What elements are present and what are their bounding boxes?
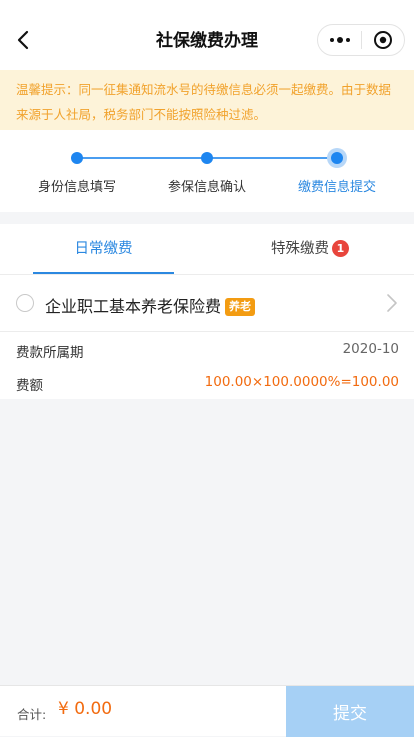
notification-badge: 1: [332, 240, 349, 257]
step-connector-2: [207, 157, 337, 159]
tip-notice: 温馨提示：同一征集通知流水号的待缴信息必须一起缴费。由于数据来源于人社局，税务部…: [0, 70, 414, 130]
tab-special-label: 特殊缴费: [271, 241, 329, 257]
tab-active-indicator: [33, 272, 174, 274]
amount-label: 费额: [16, 378, 43, 394]
submit-button[interactable]: 提交: [286, 686, 414, 737]
bottom-bar: 合计: ¥ 0.00 提交: [0, 685, 414, 737]
amount-value: 100.00×100.0000%=100.00: [204, 374, 399, 390]
tab-special-payment[interactable]: 特殊缴费 1: [240, 224, 380, 274]
select-radio[interactable]: [16, 294, 34, 312]
period-value: 2020-10: [342, 341, 399, 357]
step-label-payment: 缴费信息提交: [297, 180, 377, 195]
step-label-insurance: 参保信息确认: [167, 180, 247, 195]
step-dot-1: [71, 152, 83, 164]
total-amount: ¥ 0.00: [58, 699, 113, 719]
step-dot-2: [201, 152, 213, 164]
nav-bar: 社保缴费办理: [0, 0, 414, 80]
insurance-item-card: 企业职工基本养老保险费 养老 费款所属期 2020-10 费额 100.00×10…: [0, 275, 414, 399]
tab-daily-payment[interactable]: 日常缴费: [33, 224, 174, 274]
target-icon[interactable]: [362, 25, 404, 55]
mini-program-capsule: [317, 24, 405, 56]
total-label: 合计:: [17, 707, 47, 722]
amount-row: 费额 100.00×100.0000%=100.00: [16, 374, 399, 394]
payment-tabs: 日常缴费 特殊缴费 1: [0, 224, 414, 275]
step-dot-3: [331, 152, 343, 164]
insurance-name: 企业职工基本养老保险费: [45, 297, 222, 316]
period-label: 费款所属期: [16, 345, 84, 361]
insurance-item-header[interactable]: 企业职工基本养老保险费 养老: [0, 275, 414, 332]
step-connector-1: [77, 157, 207, 159]
step-label-identity: 身份信息填写: [37, 180, 117, 195]
pension-tag: 养老: [225, 298, 256, 316]
more-dots-icon[interactable]: [318, 25, 361, 55]
insurance-item-title: 企业职工基本养老保险费 养老: [45, 293, 256, 317]
tab-daily-label: 日常缴费: [74, 241, 133, 257]
progress-steps: 身份信息填写 参保信息确认 缴费信息提交: [0, 130, 414, 212]
period-row: 费款所属期 2020-10: [16, 341, 399, 361]
chevron-right-icon[interactable]: [386, 293, 398, 313]
